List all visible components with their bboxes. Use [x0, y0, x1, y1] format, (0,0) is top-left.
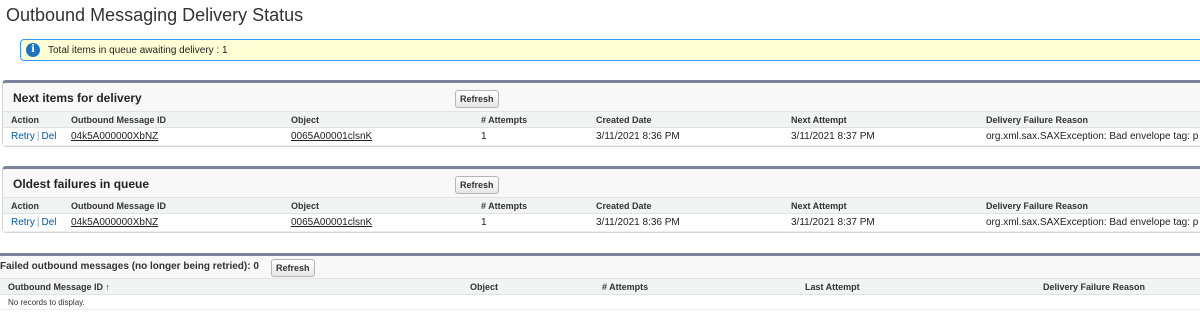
info-message: i Total items in queue awaiting delivery… [20, 39, 1200, 61]
empty-state-row: No records to display. [0, 294, 1200, 310]
next-attempt-cell: 3/11/2021 8:37 PM [783, 127, 978, 146]
table-row: Retry | Del 04k5A000000XbNZ 0065A00001clsn… [3, 213, 1200, 232]
created-date-cell: 3/11/2021 8:36 PM [588, 213, 783, 232]
oldest-failures-header: Oldest failures in queue Refresh [3, 169, 1200, 197]
column-header-object: Object [283, 197, 473, 214]
attempts-cell: 1 [473, 127, 588, 146]
column-header-created-date: Created Date [588, 111, 783, 128]
column-header-attempts[interactable]: # Attempts [594, 278, 797, 295]
table-header-row: Outbound Message ID ↑ Object # Attempts … [0, 278, 1200, 295]
message-id-cell: 04k5A000000XbNZ [63, 213, 283, 232]
column-header-attempts: # Attempts [473, 197, 588, 214]
delete-link[interactable]: Del [42, 217, 57, 228]
message-id-cell: 04k5A000000XbNZ [63, 127, 283, 146]
retry-link[interactable]: Retry [11, 131, 35, 142]
failed-messages-title: Failed outbound messages (no longer bein… [0, 261, 259, 272]
separator: | [36, 131, 40, 142]
attempts-cell: 1 [473, 213, 588, 232]
next-items-section: Next items for delivery Refresh Action O… [2, 80, 1200, 147]
failed-messages-refresh-button[interactable]: Refresh [271, 259, 315, 277]
oldest-failures-title: Oldest failures in queue [13, 177, 150, 191]
next-items-table: Action Outbound Message ID Object # Atte… [3, 111, 1200, 146]
column-header-last-attempt[interactable]: Last Attempt [797, 278, 1035, 295]
object-link[interactable]: 0065A00001clsnK [291, 131, 372, 142]
oldest-failures-refresh-button[interactable]: Refresh [455, 176, 499, 194]
failed-messages-table: Outbound Message ID ↑ Object # Attempts … [0, 278, 1200, 310]
column-header-object: Object [283, 111, 473, 128]
failure-reason-cell: org.xml.sax.SAXException: Bad envelope t… [978, 213, 1200, 232]
column-header-message-id[interactable]: Outbound Message ID ↑ [0, 278, 462, 295]
created-date-cell: 3/11/2021 8:36 PM [588, 127, 783, 146]
object-cell: 0065A00001clsnK [283, 213, 473, 232]
column-header-message-id: Outbound Message ID [63, 197, 283, 214]
empty-state-text: No records to display. [0, 294, 1200, 310]
column-header-action: Action [3, 111, 63, 128]
action-cell: Retry | Del [3, 127, 63, 146]
table-header-row: Action Outbound Message ID Object # Atte… [3, 111, 1200, 128]
page-title: Outbound Messaging Delivery Status [6, 5, 304, 25]
oldest-failures-table: Action Outbound Message ID Object # Atte… [3, 197, 1200, 232]
column-header-failure-reason: Delivery Failure Reason [978, 197, 1200, 214]
column-header-next-attempt: Next Attempt [783, 111, 978, 128]
retry-link[interactable]: Retry [11, 217, 35, 228]
next-items-title: Next items for delivery [13, 91, 142, 105]
next-attempt-cell: 3/11/2021 8:37 PM [783, 213, 978, 232]
column-header-action: Action [3, 197, 63, 214]
sort-ascending-icon: ↑ [105, 281, 111, 292]
column-header-created-date: Created Date [588, 197, 783, 214]
column-header-message-id: Outbound Message ID [63, 111, 283, 128]
column-header-failure-reason[interactable]: Delivery Failure Reason [1035, 278, 1200, 295]
action-cell: Retry | Del [3, 213, 63, 232]
column-header-next-attempt: Next Attempt [783, 197, 978, 214]
separator: | [36, 217, 40, 228]
oldest-failures-section: Oldest failures in queue Refresh Action … [2, 166, 1200, 233]
column-header-object[interactable]: Object [462, 278, 594, 295]
message-id-link[interactable]: 04k5A000000XbNZ [71, 217, 158, 228]
object-link[interactable]: 0065A00001clsnK [291, 217, 372, 228]
message-id-link[interactable]: 04k5A000000XbNZ [71, 131, 158, 142]
table-header-row: Action Outbound Message ID Object # Atte… [3, 197, 1200, 214]
column-header-failure-reason: Delivery Failure Reason [978, 111, 1200, 128]
column-header-attempts: # Attempts [473, 111, 588, 128]
delete-link[interactable]: Del [42, 131, 57, 142]
failed-messages-section: Failed outbound messages (no longer bein… [0, 253, 1200, 310]
next-items-header: Next items for delivery Refresh [3, 83, 1200, 111]
table-row: Retry | Del 04k5A000000XbNZ 0065A00001clsn… [3, 127, 1200, 146]
failed-messages-header: Failed outbound messages (no longer bein… [0, 256, 1200, 278]
info-icon: i [26, 43, 40, 57]
object-cell: 0065A00001clsnK [283, 127, 473, 146]
failure-reason-cell: org.xml.sax.SAXException: Bad envelope t… [978, 127, 1200, 146]
next-items-refresh-button[interactable]: Refresh [455, 90, 499, 108]
column-header-label: Outbound Message ID [8, 281, 104, 292]
info-message-text: Total items in queue awaiting delivery :… [48, 45, 228, 56]
